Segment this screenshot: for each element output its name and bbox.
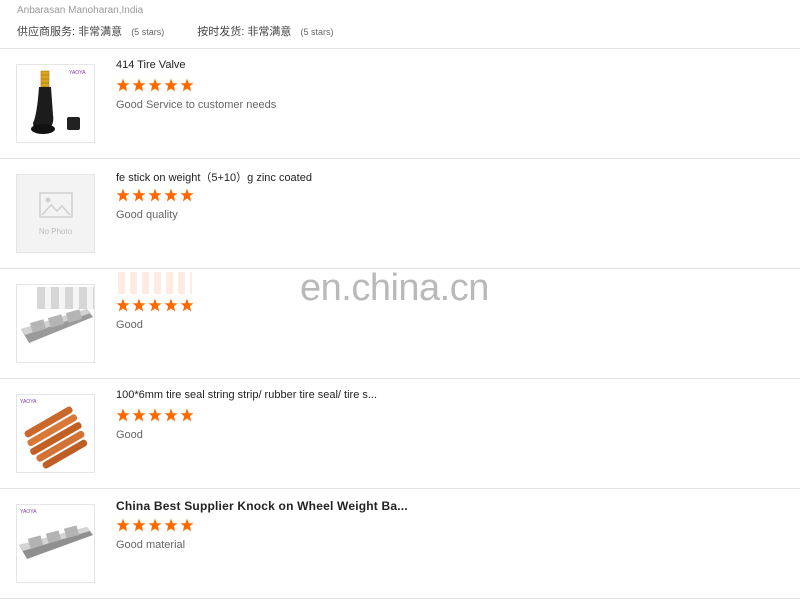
star-icon	[132, 78, 146, 92]
review-item: YAOYA 100*6mm tire seal string strip/ ru…	[0, 379, 800, 489]
on-time-delivery-rating: 按时发货: 非常满意 (5 stars)	[197, 23, 333, 39]
star-icon	[116, 408, 130, 422]
review-item: No Photo fe stick on weight（5+10）g zinc …	[0, 159, 800, 269]
star-icon	[116, 518, 130, 532]
star-icon	[132, 298, 146, 312]
rating-label: 供应商服务:	[17, 26, 76, 38]
review-header: Anbarasan Manoharan,India 供应商服务: 非常满意 (5…	[0, 0, 800, 49]
star-icon	[116, 188, 130, 202]
star-icon	[180, 78, 194, 92]
star-icon	[164, 298, 178, 312]
star-rating	[116, 408, 196, 422]
star-icon	[148, 188, 162, 202]
supplier-service-rating: 供应商服务: 非常满意 (5 stars)	[17, 23, 164, 39]
product-thumbnail[interactable]: YAOYA	[16, 504, 95, 583]
tire-valve-image: YAOYA	[31, 70, 86, 134]
star-icon	[132, 408, 146, 422]
star-icon	[180, 518, 194, 532]
supplier-ratings: 供应商服务: 非常满意 (5 stars) 按时发货: 非常满意 (5 star…	[17, 23, 333, 39]
review-comment: Good material	[116, 539, 186, 551]
star-rating	[116, 78, 196, 92]
review-comment: Good Service to customer needs	[116, 99, 277, 111]
rating-value: 非常满意	[78, 26, 123, 38]
review-item: YAOYA 414 Tire Valve Good Service to cus…	[0, 49, 800, 159]
no-photo-label: No Photo	[39, 227, 73, 236]
rating-value: 非常满意	[247, 26, 292, 38]
star-icon	[148, 78, 162, 92]
star-rating	[116, 188, 196, 202]
blurred-product-title	[118, 272, 192, 294]
star-icon	[164, 408, 178, 422]
star-rating	[116, 298, 196, 312]
brand-logo-text: YAOYA	[20, 509, 37, 515]
star-icon	[148, 298, 162, 312]
star-icon	[180, 188, 194, 202]
product-title[interactable]: 414 Tire Valve	[116, 59, 186, 71]
no-photo-image: No Photo	[39, 192, 73, 236]
review-comment: Good	[116, 319, 143, 331]
star-icon	[180, 298, 194, 312]
star-icon	[148, 408, 162, 422]
product-title[interactable]: fe stick on weight（5+10）g zinc coated	[116, 169, 312, 185]
star-icon	[132, 188, 146, 202]
star-icon	[116, 298, 130, 312]
star-icon	[116, 78, 130, 92]
product-thumbnail[interactable]	[16, 284, 95, 363]
rating-stars-text: (5 stars)	[131, 27, 165, 37]
star-rating	[116, 518, 196, 532]
star-icon	[148, 518, 162, 532]
review-comment: Good	[116, 429, 143, 441]
rating-label: 按时发货:	[197, 26, 245, 38]
star-icon	[164, 188, 178, 202]
star-icon	[132, 518, 146, 532]
star-icon	[180, 408, 194, 422]
star-icon	[164, 78, 178, 92]
tire-seal-strips-image: YAOYA	[20, 399, 88, 469]
watermark-text: en.china.cn	[300, 267, 489, 309]
rating-stars-text: (5 stars)	[300, 27, 334, 37]
product-thumbnail[interactable]: YAOYA	[16, 394, 95, 473]
star-icon	[164, 518, 178, 532]
product-thumbnail[interactable]: YAOYA	[16, 64, 95, 143]
product-title[interactable]: China Best Supplier Knock on Wheel Weigh…	[116, 499, 408, 513]
brand-logo-text: YAOYA	[69, 70, 86, 76]
product-thumbnail[interactable]: No Photo	[16, 174, 95, 253]
product-title[interactable]: 100*6mm tire seal string strip/ rubber t…	[116, 389, 377, 401]
review-item: YAOYA China Best Supplier Knock on Wheel…	[0, 489, 800, 599]
wheel-weight-image: YAOYA	[19, 509, 93, 559]
review-comment: Good quality	[116, 209, 178, 221]
wheel-weight-image	[21, 309, 93, 343]
reviewer-name: Anbarasan Manoharan,India	[17, 5, 144, 16]
brand-logo-text: YAOYA	[20, 399, 37, 405]
